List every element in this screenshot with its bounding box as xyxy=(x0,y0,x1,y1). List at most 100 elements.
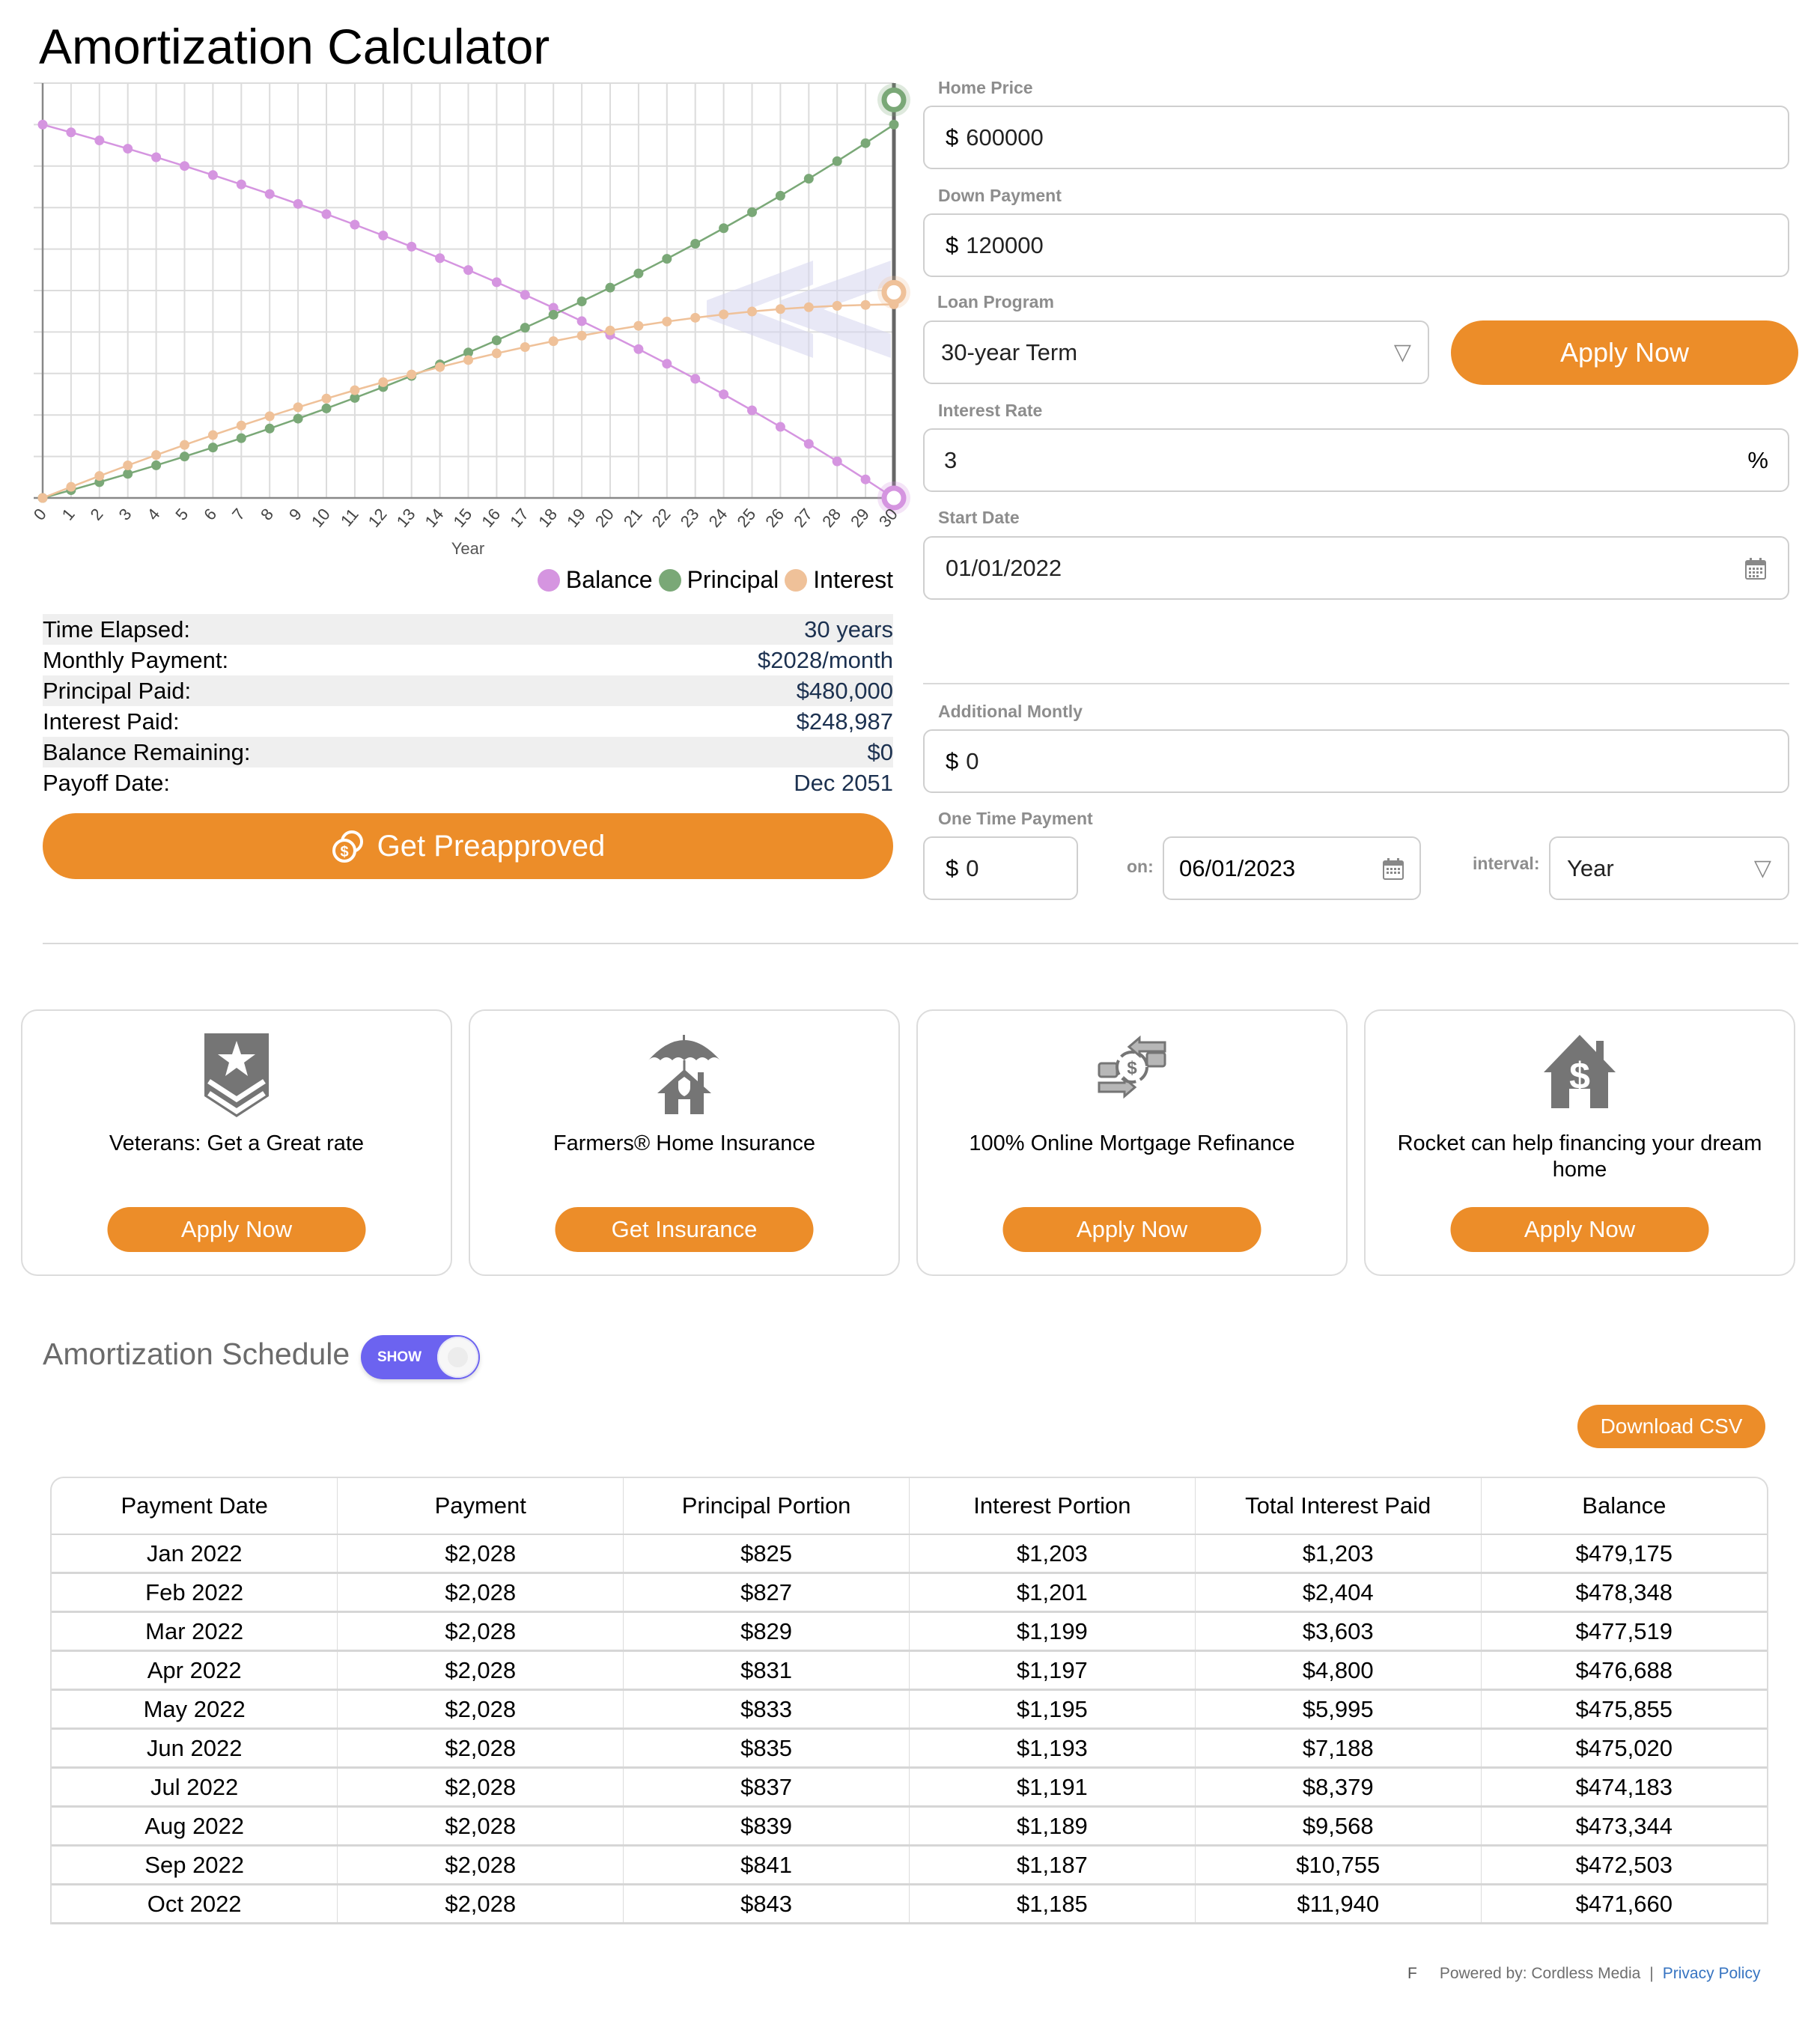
data-point-principal xyxy=(719,223,729,234)
x-tick-label: 9 xyxy=(285,505,305,523)
table-cell: $2,404 xyxy=(1195,1572,1482,1613)
data-point-balance xyxy=(236,179,246,189)
stat-value: $0 xyxy=(867,739,893,765)
down-payment-input[interactable]: $120000 xyxy=(923,213,1789,277)
table-cell: $471,660 xyxy=(1481,1884,1767,1924)
legend-balance-swatch[interactable] xyxy=(537,568,560,592)
table-cell: $473,344 xyxy=(1481,1806,1767,1847)
column-header: Payment Date xyxy=(52,1478,338,1535)
card-get-insurance-button[interactable]: Get Insurance xyxy=(555,1207,814,1252)
x-tick-label: 16 xyxy=(478,505,504,531)
table-cell: $1,201 xyxy=(909,1572,1196,1613)
data-point-balance xyxy=(803,439,814,449)
table-cell: $841 xyxy=(623,1845,910,1885)
start-date-input[interactable]: 01/01/2022 xyxy=(923,536,1789,600)
table-cell: $1,197 xyxy=(909,1650,1196,1691)
x-tick-label: 4 xyxy=(143,505,163,523)
data-point-interest xyxy=(264,411,275,422)
calendar-icon[interactable] xyxy=(1744,556,1767,580)
table-row: Jun 2022 $2,028 $835 $1,193 $7,188 $475,020 xyxy=(52,1728,1767,1769)
card-apply-now-button[interactable]: Apply Now xyxy=(1002,1207,1261,1252)
legend-interest-label[interactable]: Interest xyxy=(813,566,893,594)
x-tick-label: 24 xyxy=(705,505,731,531)
data-point-principal xyxy=(803,174,814,184)
calendar-icon[interactable] xyxy=(1382,857,1404,881)
table-cell: $825 xyxy=(623,1534,910,1574)
get-preapproved-button[interactable]: $ Get Preapproved xyxy=(43,813,893,879)
apply-now-button[interactable]: Apply Now xyxy=(1451,320,1798,385)
table-cell: $11,940 xyxy=(1195,1884,1482,1924)
currency-symbol: $ xyxy=(946,854,959,881)
legend-principal-label[interactable]: Principal xyxy=(687,566,779,594)
toggle-label: SHOW xyxy=(377,1349,422,1365)
table-cell: $835 xyxy=(623,1728,910,1769)
additional-monthly-input[interactable]: $0 xyxy=(923,729,1789,793)
download-csv-button[interactable]: Download CSV xyxy=(1577,1405,1765,1448)
loan-program-select[interactable]: 30-year Term ▽ xyxy=(923,320,1429,384)
table-cell: $2,028 xyxy=(337,1572,624,1613)
data-point-principal xyxy=(889,119,899,130)
x-tick-label: 19 xyxy=(563,505,589,531)
data-point-balance xyxy=(66,127,76,138)
data-point-balance xyxy=(662,359,672,369)
data-point-principal xyxy=(236,433,246,443)
data-point-principal xyxy=(662,254,672,264)
toggle-knob[interactable] xyxy=(437,1337,478,1378)
x-tick-label: 3 xyxy=(115,505,136,523)
table-cell: Sep 2022 xyxy=(52,1845,338,1885)
data-point-interest xyxy=(321,393,332,404)
card-apply-now-button[interactable]: Apply Now xyxy=(1450,1207,1709,1252)
amortization-chart: 0 1 2 3 4 5 6 7 8 9 10 11 12 13 14 15 16 17 18 19 20 21 22 23 24… xyxy=(30,82,910,531)
one-time-payment-input[interactable]: $0 xyxy=(923,836,1078,900)
table-cell: $2,028 xyxy=(337,1689,624,1730)
on-label: on: xyxy=(1127,857,1154,876)
additional-monthly-value: 0 xyxy=(966,747,979,774)
table-cell: Jul 2022 xyxy=(52,1767,338,1808)
table-cell: Oct 2022 xyxy=(52,1884,338,1924)
svg-text:$: $ xyxy=(1127,1058,1137,1078)
table-cell: May 2022 xyxy=(52,1689,338,1730)
data-point-interest xyxy=(860,300,871,310)
table-cell: $833 xyxy=(623,1689,910,1730)
x-tick-label: 0 xyxy=(30,505,50,523)
stat-label: Principal Paid: xyxy=(43,678,192,704)
data-point-balance xyxy=(690,374,701,384)
highlight-marker-interest xyxy=(881,279,907,305)
card-apply-now-button[interactable]: Apply Now xyxy=(107,1207,366,1252)
legend-balance-label[interactable]: Balance xyxy=(566,566,653,594)
data-point-balance xyxy=(633,344,644,354)
x-tick-label: 14 xyxy=(421,505,448,531)
start-date-label: Start Date xyxy=(938,508,1020,527)
table-row: Aug 2022 $2,028 $839 $1,189 $9,568 $473,344 xyxy=(52,1806,1767,1847)
get-preapproved-label: Get Preapproved xyxy=(377,829,606,863)
stat-value: 30 years xyxy=(804,616,893,642)
data-point-balance xyxy=(775,422,785,432)
stat-value: $248,987 xyxy=(796,708,893,735)
schedule-show-toggle[interactable]: SHOW xyxy=(361,1335,480,1379)
x-tick-label: 18 xyxy=(535,505,561,531)
data-point-interest xyxy=(37,493,48,503)
data-point-balance xyxy=(180,161,189,171)
x-tick-label: 17 xyxy=(506,505,532,531)
home-price-input[interactable]: $600000 xyxy=(923,106,1789,169)
one-time-date-input[interactable]: 06/01/2023 xyxy=(1163,836,1421,900)
svg-text:$: $ xyxy=(340,844,348,860)
table-cell: $2,028 xyxy=(337,1884,624,1924)
table-cell: Aug 2022 xyxy=(52,1806,338,1847)
table-cell: $1,203 xyxy=(909,1534,1196,1574)
stat-label: Payoff Date: xyxy=(43,770,171,796)
loan-program-value: 30-year Term xyxy=(941,338,1078,365)
table-cell: $2,028 xyxy=(337,1611,624,1652)
legend-interest-swatch[interactable] xyxy=(785,568,808,592)
interest-rate-input[interactable]: 3% xyxy=(923,428,1789,492)
privacy-policy-link[interactable]: Privacy Policy xyxy=(1663,1965,1761,1982)
table-row: Sep 2022 $2,028 $841 $1,187 $10,755 $472,503 xyxy=(52,1845,1767,1885)
data-point-balance xyxy=(350,219,360,230)
data-point-principal xyxy=(293,413,303,424)
form-divider xyxy=(923,683,1789,684)
table-cell: $479,175 xyxy=(1481,1534,1767,1574)
interval-select[interactable]: Year ▽ xyxy=(1549,836,1789,900)
data-point-interest xyxy=(605,325,615,335)
legend-principal-swatch[interactable] xyxy=(658,568,681,592)
data-point-interest xyxy=(207,430,218,440)
